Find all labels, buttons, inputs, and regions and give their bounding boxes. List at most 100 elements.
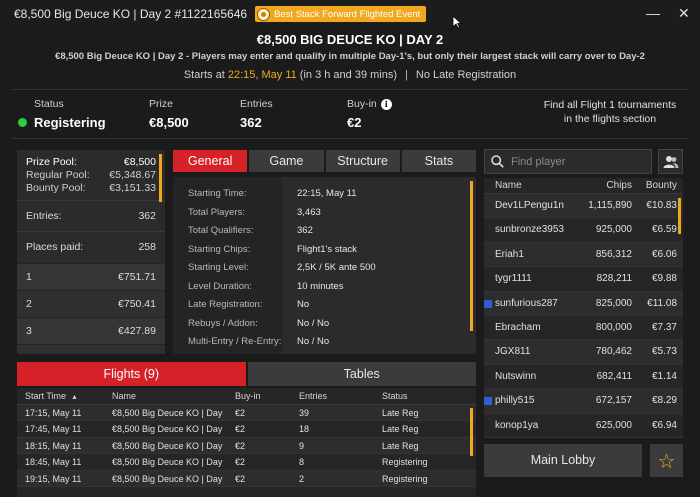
- tournament-subtitle: €8,500 Big Deuce KO | Day 2 - Players ma…: [55, 51, 645, 62]
- col-start-time[interactable]: Start Time ▲: [17, 388, 104, 404]
- general-value: 2,5K / 5K ante 500: [297, 262, 376, 273]
- player-name: konop1ya: [484, 414, 582, 437]
- buyin-label: Buy-in: [347, 98, 377, 110]
- tab-game[interactable]: Game: [249, 150, 324, 172]
- tab-stats[interactable]: Stats: [401, 150, 476, 172]
- general-scrollbar[interactable]: [470, 181, 473, 331]
- general-row: Starting Time: 22:15, May 11: [173, 185, 476, 204]
- player-name-text: sunbronze3953: [495, 224, 564, 236]
- player-bounty: €8.29: [651, 395, 677, 407]
- tab-tables[interactable]: Tables: [247, 362, 476, 386]
- tab-flights[interactable]: Flights (9): [17, 362, 246, 386]
- badge-label: Best Stack Forward Flighted Event: [274, 8, 421, 20]
- player-name-text: tygr1111: [495, 273, 532, 285]
- player-chips: 1,115,890: [588, 200, 632, 211]
- players-scrollbar[interactable]: [678, 198, 681, 234]
- entries-row: Entries: 362: [17, 206, 165, 226]
- divider: [17, 231, 165, 232]
- player-search: [484, 149, 652, 174]
- player-bounty: €1.14: [651, 370, 677, 382]
- col-status[interactable]: Status: [374, 388, 476, 404]
- players-header: Name Chips Bounty: [484, 178, 683, 194]
- user-filter-button[interactable]: [658, 149, 683, 174]
- player-row[interactable]: JGX811 780,462 €5.73: [484, 340, 683, 365]
- status-label: Status: [34, 98, 64, 110]
- panel-entries-label: Entries:: [26, 210, 62, 222]
- col-chips[interactable]: Chips: [582, 178, 632, 193]
- player-name: sunfurious287: [484, 292, 582, 315]
- general-key: Total Qualifiers:: [188, 225, 254, 236]
- general-value: 22:15, May 11: [297, 188, 357, 199]
- cell: 17:45, May 11: [25, 424, 82, 434]
- cell: €2: [235, 457, 246, 467]
- general-row: Level Duration: 10 minutes: [173, 278, 476, 297]
- payout-row: 1 €751.71: [17, 263, 165, 290]
- info-icon[interactable]: i: [380, 98, 392, 110]
- table-row[interactable]: 18:15, May 11 €8,500 Big Deuce KO | Day 1…: [17, 437, 476, 454]
- general-key: Multi-Entry / Re-Entry:: [188, 336, 282, 347]
- player-bounty: €6.06: [651, 248, 677, 260]
- cell: Registering: [382, 457, 428, 467]
- player-bounty: €9.88: [651, 273, 677, 285]
- prize-scrollbar[interactable]: [159, 154, 162, 202]
- player-row[interactable]: tygr1111 828,211 €9.88: [484, 267, 683, 292]
- player-row[interactable]: konop1ya 625,000 €6.94: [484, 414, 683, 438]
- player-name: JGX811: [484, 340, 582, 363]
- player-bounty: €11.08: [647, 297, 677, 309]
- col-player-name[interactable]: Name: [484, 178, 582, 193]
- tournament-title: €8,500 BIG DEUCE KO | DAY 2: [256, 32, 444, 47]
- col-buyin[interactable]: Buy-in: [225, 388, 291, 404]
- player-row[interactable]: Nutswinn 682,411 €1.14: [484, 365, 683, 390]
- table-row[interactable]: 18:45, May 11 €8,500 Big Deuce KO | Day 1…: [17, 454, 476, 471]
- cell: 18:45, May 11: [25, 457, 82, 467]
- general-key: Starting Level:: [188, 262, 249, 273]
- player-flag-icon: [484, 397, 492, 406]
- prize-pool-row: Prize Pool: €8,500: [17, 156, 165, 169]
- general-row: Total Players: 3,463: [173, 204, 476, 223]
- col-entries[interactable]: Entries: [291, 388, 374, 404]
- player-name-text: Dev1LPengu1n: [495, 200, 564, 211]
- player-row[interactable]: Ebracham 800,000 €7.37: [484, 316, 683, 341]
- favorite-button[interactable]: ☆: [650, 444, 683, 477]
- cell: Late Reg: [382, 440, 419, 451]
- col-start-time-label: Start Time: [25, 391, 67, 401]
- table-row[interactable]: 19:15, May 11 €8,500 Big Deuce KO | Day 1…: [17, 470, 476, 487]
- flights-table: Start Time ▲ Name Buy-in Entries Status 1…: [17, 388, 476, 497]
- general-value: No / No: [297, 336, 330, 347]
- flights-scrollbar[interactable]: [470, 408, 473, 456]
- general-row: Starting Chips: Flight1's stack: [173, 241, 476, 260]
- panel-entries-value: 362: [138, 210, 156, 222]
- minimize-button[interactable]: —: [646, 6, 660, 20]
- player-name: Nutswinn: [484, 365, 582, 388]
- payout-place: 1: [26, 271, 32, 283]
- table-row[interactable]: 17:45, May 11 €8,500 Big Deuce KO | Day 1…: [17, 421, 476, 438]
- search-input[interactable]: [511, 155, 641, 168]
- player-row[interactable]: Eriah1 856,312 €6.06: [484, 242, 683, 268]
- close-button[interactable]: ✕: [678, 6, 690, 20]
- player-row[interactable]: philly515 672,157 €8.29: [484, 389, 683, 414]
- tab-general[interactable]: General: [173, 150, 248, 172]
- cell: €8,500 Big Deuce KO | Day 1: [112, 440, 225, 451]
- player-flag-icon: [484, 299, 492, 308]
- star-icon: ☆: [657, 448, 676, 473]
- cell: €2: [235, 440, 246, 451]
- bounty-pool-value: €3,151.33: [109, 182, 156, 194]
- bounty-pool-row: Bounty Pool: €3,151.33: [17, 182, 165, 195]
- cell: 39: [299, 407, 310, 418]
- player-row[interactable]: sunbronze3953 925,000 €6.59: [484, 218, 683, 243]
- general-row: Late Registration: No: [173, 296, 476, 315]
- col-bounty[interactable]: Bounty: [632, 178, 677, 193]
- player-row[interactable]: sunfurious287 825,000 €11.08: [484, 291, 683, 316]
- player-row[interactable]: Dev1LPengu1n 1,115,890 €10.83: [484, 194, 683, 219]
- table-row[interactable]: 17:15, May 11 €8,500 Big Deuce KO | Day 1…: [17, 404, 476, 421]
- places-paid-row: Places paid: 258: [17, 237, 165, 257]
- sort-asc-icon: ▲: [71, 394, 78, 401]
- prize-pool-label: Prize Pool:: [26, 156, 77, 168]
- player-chips: 625,000: [595, 419, 632, 431]
- player-bounty: €10.83: [646, 200, 677, 211]
- payout-amount: €331.61: [118, 345, 156, 354]
- tab-structure[interactable]: Structure: [325, 150, 400, 172]
- col-name[interactable]: Name: [104, 388, 225, 404]
- players-table: Name Chips Bounty Dev1LPengu1n 1,115,890 €…: [484, 178, 683, 438]
- main-lobby-button[interactable]: Main Lobby: [484, 444, 642, 477]
